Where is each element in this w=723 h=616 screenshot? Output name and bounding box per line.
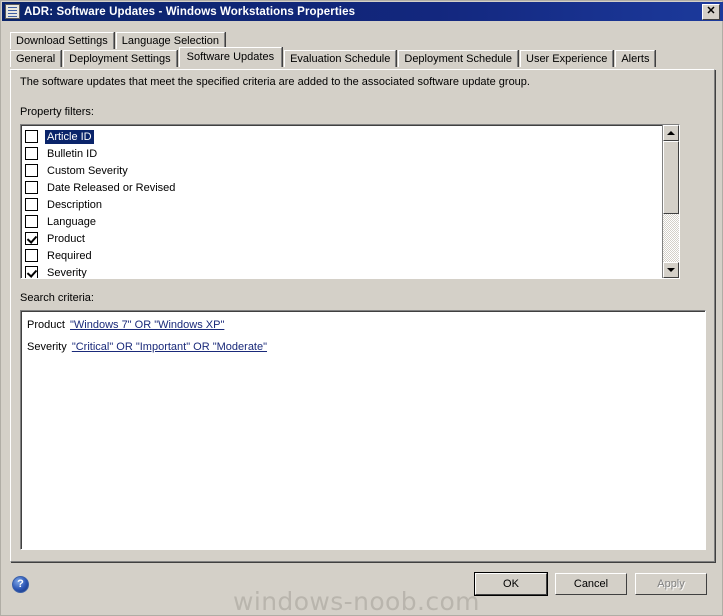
scroll-down-button[interactable]: [663, 262, 679, 278]
software-updates-tab-panel: The software updates that meet the speci…: [10, 69, 715, 562]
scrollbar-track[interactable]: [663, 141, 679, 262]
list-item-label: Article ID: [45, 129, 94, 144]
scrollbar-thumb[interactable]: [663, 141, 679, 214]
property-filters-listbox[interactable]: Article ID Bulletin ID Custom Severity D…: [20, 124, 680, 279]
tab-user-experience[interactable]: User Experience: [520, 50, 614, 67]
list-item[interactable]: Required: [25, 247, 662, 264]
list-item-label: Required: [47, 249, 92, 262]
checkbox-article-id[interactable]: [25, 130, 38, 143]
list-item[interactable]: Date Released or Revised: [25, 179, 662, 196]
checkbox-product[interactable]: [25, 232, 38, 245]
list-item[interactable]: Custom Severity: [25, 162, 662, 179]
list-item[interactable]: Severity: [25, 264, 662, 278]
list-item[interactable]: Article ID: [25, 128, 662, 145]
property-filters-label: Property filters:: [20, 106, 94, 118]
property-filters-scrollbar[interactable]: [662, 125, 679, 278]
list-item-label: Bulletin ID: [47, 147, 98, 160]
list-item[interactable]: Language: [25, 213, 662, 230]
checkbox-severity[interactable]: [25, 266, 38, 278]
list-item[interactable]: Bulletin ID: [25, 145, 662, 162]
tab-row-upper: Download Settings Language Selection: [10, 31, 715, 49]
criteria-value-link[interactable]: "Windows 7" OR "Windows XP": [70, 319, 224, 331]
tab-software-updates[interactable]: Software Updates: [178, 47, 283, 67]
checkbox-custom-severity[interactable]: [25, 164, 38, 177]
checkbox-description[interactable]: [25, 198, 38, 211]
tab-strip: Download Settings Language Selection Gen…: [10, 31, 715, 67]
properties-dialog-window: ADR: Software Updates - Windows Workstat…: [0, 0, 723, 616]
tab-evaluation-schedule[interactable]: Evaluation Schedule: [284, 50, 397, 67]
list-item[interactable]: Product: [25, 230, 662, 247]
panel-description: The software updates that meet the speci…: [20, 76, 530, 88]
list-item-label: Severity: [47, 266, 87, 279]
close-icon[interactable]: ✕: [702, 3, 720, 20]
watermark-text: windows-noob.com: [233, 587, 480, 616]
criteria-row-severity: Severity "Critical" OR "Important" OR "M…: [27, 341, 699, 353]
tab-alerts[interactable]: Alerts: [615, 50, 656, 67]
ok-button[interactable]: OK: [474, 572, 548, 596]
properties-document-icon: [5, 4, 20, 19]
list-item-label: Date Released or Revised: [47, 181, 176, 194]
checkbox-required[interactable]: [25, 249, 38, 262]
list-item-label: Product: [47, 232, 85, 245]
window-title: ADR: Software Updates - Windows Workstat…: [24, 5, 356, 18]
tab-row-lower: General Deployment Settings Software Upd…: [10, 47, 715, 67]
search-criteria-label: Search criteria:: [20, 292, 94, 304]
tab-deployment-settings[interactable]: Deployment Settings: [63, 50, 177, 67]
scroll-up-button[interactable]: [663, 125, 679, 141]
search-criteria-box[interactable]: Product "Windows 7" OR "Windows XP" Seve…: [20, 310, 706, 550]
apply-button[interactable]: Apply: [635, 573, 707, 595]
checkbox-bulletin-id[interactable]: [25, 147, 38, 160]
checkbox-date-released-or-revised[interactable]: [25, 181, 38, 194]
scroll-down-arrow-icon: [667, 268, 675, 272]
checkbox-language[interactable]: [25, 215, 38, 228]
help-icon[interactable]: ?: [12, 576, 29, 593]
list-item[interactable]: Description: [25, 196, 662, 213]
list-item-label: Description: [47, 198, 103, 211]
title-bar: ADR: Software Updates - Windows Workstat…: [2, 2, 723, 21]
cancel-button[interactable]: Cancel: [555, 573, 627, 595]
list-item-label: Custom Severity: [47, 164, 128, 177]
tab-general[interactable]: General: [10, 50, 62, 67]
scroll-up-arrow-icon: [667, 131, 675, 135]
criteria-row-product: Product "Windows 7" OR "Windows XP": [27, 319, 699, 331]
list-item-label: Language: [47, 215, 96, 228]
tab-download-settings[interactable]: Download Settings: [10, 32, 114, 49]
criteria-property-name: Severity: [27, 341, 67, 353]
tab-deployment-schedule[interactable]: Deployment Schedule: [398, 50, 518, 67]
criteria-property-name: Product: [27, 319, 65, 331]
criteria-value-link[interactable]: "Critical" OR "Important" OR "Moderate": [72, 341, 267, 353]
property-filters-items: Article ID Bulletin ID Custom Severity D…: [21, 125, 662, 278]
